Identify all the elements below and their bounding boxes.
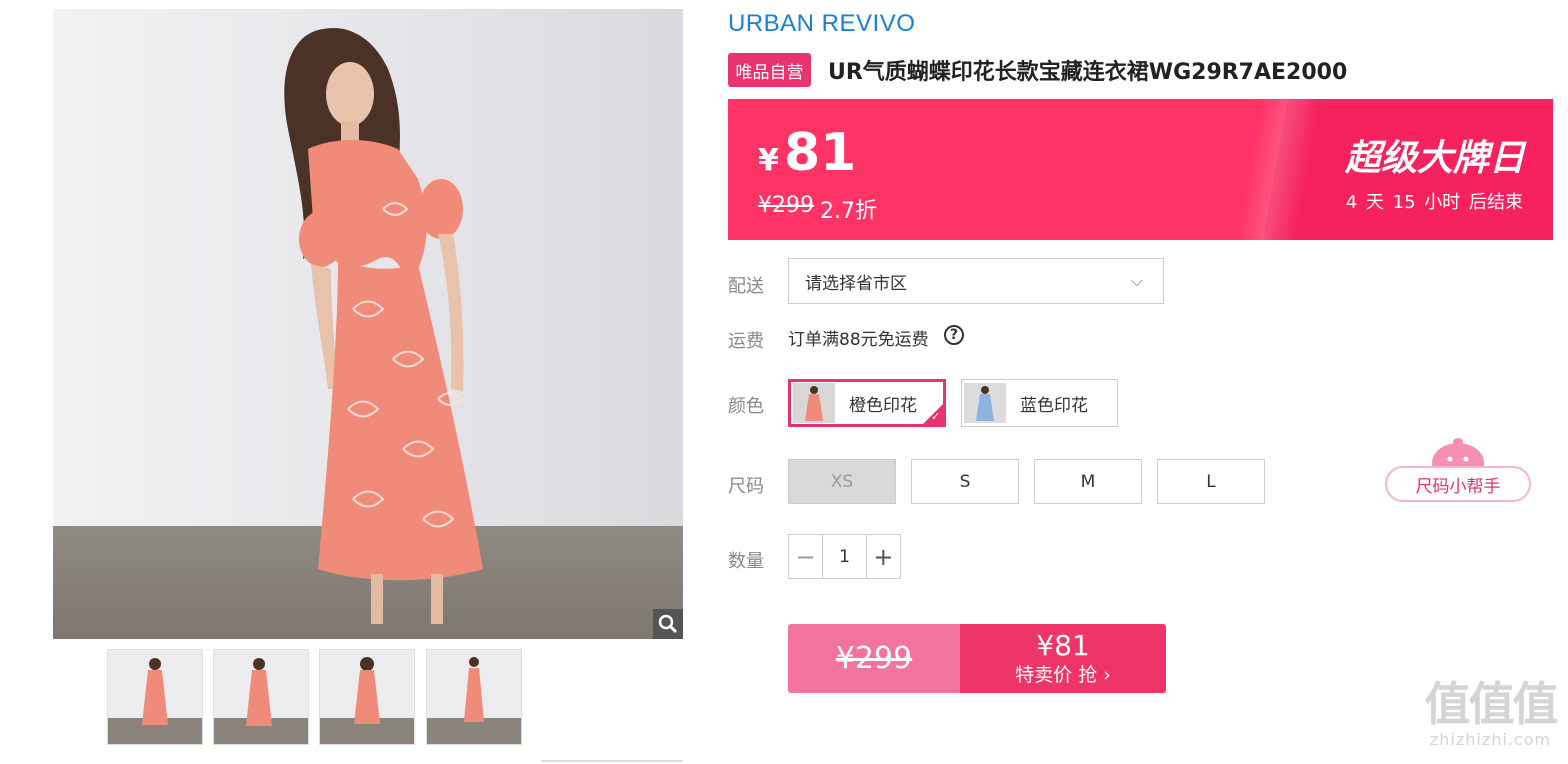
color-option-orange[interactable]: 橙色印花 ✓ [788, 379, 946, 427]
sale-price: 81 [784, 123, 857, 183]
product-title: UR气质蝴蝶印花长款宝藏连衣裙WG29R7AE2000 [828, 60, 1348, 85]
size-helper-button[interactable]: 尺码小帮手 [1385, 466, 1531, 502]
quantity-input[interactable]: 1 [822, 535, 867, 578]
currency-symbol: ¥ [758, 143, 779, 178]
buy-action-label: 特卖价 抢 › [1015, 663, 1111, 686]
model-figure [284, 27, 483, 624]
size-option-s[interactable]: S [911, 459, 1019, 504]
price-banner: ¥ 81 ¥299 2.7折 超级大牌日 4 天 15 小时 后结束 [728, 99, 1553, 240]
shipping-info: 订单满88元免运费 [788, 330, 929, 350]
quantity-increase-button[interactable]: + [867, 535, 900, 578]
main-product-image[interactable] [53, 9, 683, 639]
size-label: 尺码 [728, 476, 764, 497]
watermark: 值值值 zhizhizhi.com [1418, 678, 1563, 749]
color-swatch-thumb [964, 383, 1006, 423]
original-price: ¥299 [758, 193, 814, 218]
buy-sale-price: ¥81 [1036, 628, 1090, 662]
buy-widget: ¥299 ¥81 特卖价 抢 › [788, 624, 1166, 693]
quantity-decrease-button[interactable]: − [789, 535, 822, 578]
size-option-m[interactable]: M [1034, 459, 1142, 504]
color-option-blue[interactable]: 蓝色印花 [961, 379, 1118, 427]
thumbnail-1[interactable] [107, 649, 203, 745]
help-icon[interactable]: ? [944, 325, 964, 345]
quantity-stepper: − 1 + [788, 534, 901, 579]
shipping-label: 运费 [728, 331, 764, 352]
delivery-label: 配送 [728, 276, 764, 297]
quantity-label: 数量 [728, 551, 764, 572]
watermark-domain: zhizhizhi.com [1429, 730, 1552, 749]
color-option-label: 蓝色印花 [1020, 395, 1088, 416]
check-icon: ✓ [922, 403, 944, 425]
divider [541, 760, 683, 762]
magnifier-icon[interactable] [653, 609, 683, 639]
self-operated-badge: 唯品自营 [728, 53, 811, 87]
buy-original-price: ¥299 [788, 624, 960, 693]
watermark-mark: 值值值 [1424, 677, 1559, 731]
region-select-value: 请选择省市区 [805, 273, 907, 294]
region-select[interactable]: 请选择省市区 ⌵ [788, 258, 1164, 304]
discount-label: 2.7折 [820, 199, 877, 224]
chevron-down-icon: ⌵ [1130, 271, 1143, 290]
color-label: 颜色 [728, 396, 764, 417]
color-swatch-thumb [793, 383, 835, 423]
thumbnail-4[interactable] [426, 649, 522, 745]
thumbnail-2[interactable] [213, 649, 309, 745]
color-option-label: 橙色印花 [849, 395, 917, 416]
buy-now-button[interactable]: ¥81 特卖价 抢 › [960, 624, 1166, 693]
size-option-xs[interactable]: XS [788, 459, 896, 504]
event-name: 超级大牌日 [1344, 138, 1525, 179]
size-option-l[interactable]: L [1157, 459, 1265, 504]
countdown-timer: 4 天 15 小时 后结束 [1345, 192, 1523, 213]
thumbnail-3[interactable] [319, 649, 415, 745]
brand-link[interactable]: URBAN REVIVO [728, 10, 915, 38]
